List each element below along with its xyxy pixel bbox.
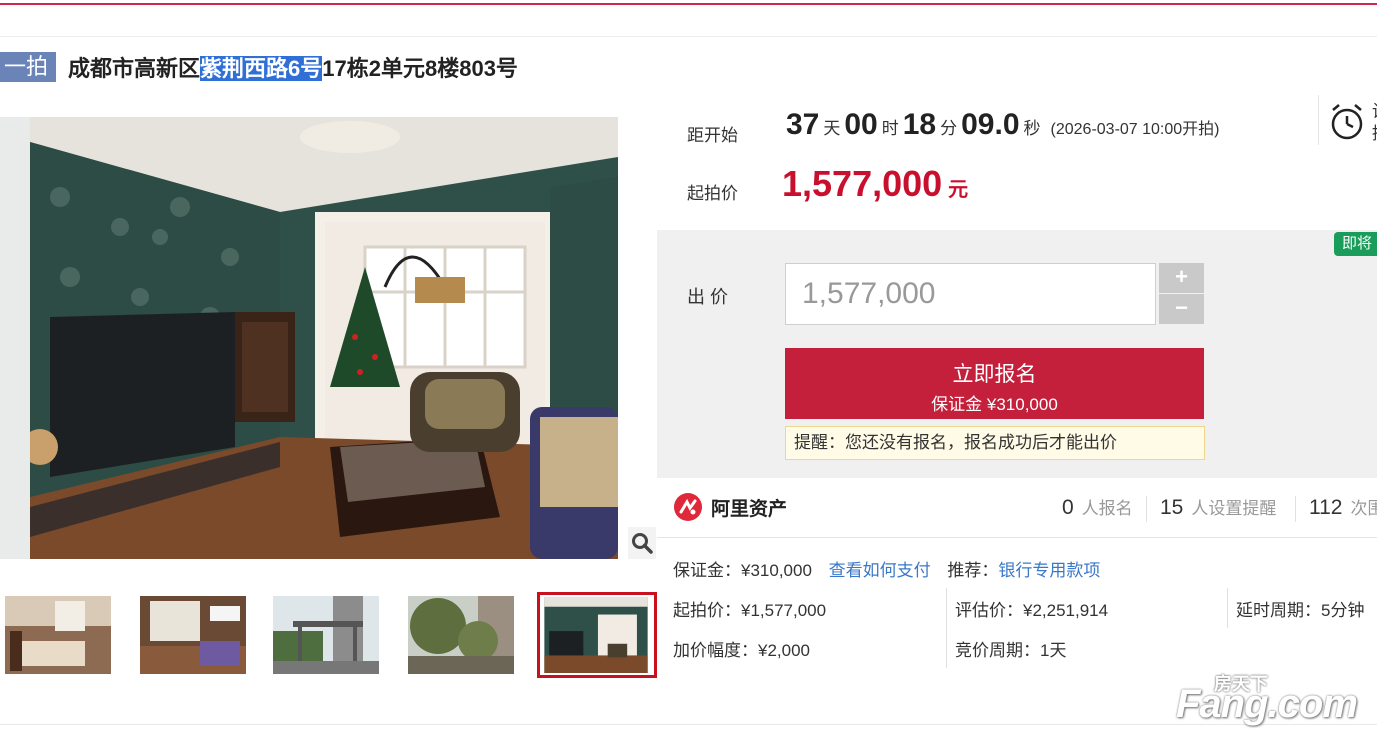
register-now-button[interactable]: 立即报名 保证金 ¥310,000 xyxy=(785,348,1204,419)
ali-assets-brand[interactable]: 阿里资产 xyxy=(673,492,787,522)
set-reminder-button[interactable]: 设 提 xyxy=(1318,95,1377,145)
auction-start-time: (2026-03-07 10:00开拍) xyxy=(1050,121,1220,138)
stat-views-unit: 次围观 xyxy=(1350,499,1377,518)
countdown-hours: 00 xyxy=(844,108,878,141)
thumbnail-strip xyxy=(0,592,660,678)
thumbnail-4[interactable] xyxy=(408,596,514,674)
title-selected-text: 紫荆西路6号 xyxy=(200,56,323,81)
info-column-divider xyxy=(946,588,947,668)
title-prefix: 成都市高新区 xyxy=(68,56,201,81)
register-button-deposit: 保证金 ¥310,000 xyxy=(931,395,1058,414)
register-button-label: 立即报名 xyxy=(952,363,1037,386)
info-column-divider xyxy=(1227,588,1228,628)
bank-account-link[interactable]: 银行专用款项 xyxy=(998,561,1100,580)
stat-registrations-unit: 人报名 xyxy=(1081,499,1133,518)
upcoming-tag: 即将 xyxy=(1334,232,1377,256)
thumbnail-2[interactable] xyxy=(140,596,246,674)
thumbnail-5-selected[interactable] xyxy=(537,592,657,678)
decrease-bid-button[interactable]: − xyxy=(1159,294,1204,324)
top-accent-bar xyxy=(0,0,1377,5)
stat-reminders-unit: 人设置提醒 xyxy=(1191,499,1277,518)
countdown-label: 距开始 xyxy=(687,126,738,145)
fang-watermark: 房天下 Fang.com xyxy=(1176,668,1366,734)
zoom-button[interactable] xyxy=(628,527,656,559)
stat-reminders: 15 人设置提醒 xyxy=(1160,494,1276,520)
countdown-seconds: 09.0 xyxy=(961,108,1020,141)
title-suffix: 17栋2单元8楼803号 xyxy=(322,56,518,81)
stat-views-count: 112 xyxy=(1309,496,1343,519)
countdown: 37 天 00 时 18 分 09.0 秒 (2026-03-07 10:00开… xyxy=(786,108,1220,142)
stat-divider xyxy=(1146,496,1147,522)
countdown-days-unit: 天 xyxy=(823,119,841,138)
bid-label: 出 价 xyxy=(687,287,729,307)
bid-increment-info: 加价幅度：¥2,000 xyxy=(673,641,810,660)
magnifier-icon xyxy=(632,533,653,554)
gallery-left-edge xyxy=(0,117,30,559)
title-row: 一拍 成都市高新区紫荆西路6号17栋2单元8楼803号 xyxy=(0,50,518,84)
bottom-divider xyxy=(0,724,1377,725)
starting-price: 1,577,000 元 xyxy=(782,163,968,205)
appraisal-info: 评估价：¥2,251,914 xyxy=(955,601,1109,620)
stat-registrations: 0 人报名 xyxy=(1062,494,1133,520)
deposit-info: 保证金：¥310,000 xyxy=(673,561,812,580)
thumbnail-3[interactable] xyxy=(273,596,379,674)
how-to-pay-link[interactable]: 查看如何支付 xyxy=(829,561,931,580)
stat-registrations-count: 0 xyxy=(1062,496,1074,519)
start-price-info: 起拍价：¥1,577,000 xyxy=(673,601,827,620)
starting-price-label: 起拍价 xyxy=(687,184,738,203)
countdown-seconds-unit: 秒 xyxy=(1023,119,1041,138)
extension-period-info: 延时周期：5分钟 xyxy=(1236,601,1365,620)
stat-views: 112 次围观 xyxy=(1309,494,1377,520)
ali-assets-name: 阿里资产 xyxy=(711,498,788,520)
alarm-clock-icon xyxy=(1331,104,1363,140)
reminder-label-2: 提 xyxy=(1372,119,1377,144)
thumbnail-1[interactable] xyxy=(5,596,111,674)
deposit-info-row: 保证金：¥310,000 查看如何支付 推荐：银行专用款项 xyxy=(673,556,1100,581)
recommend-label: 推荐： xyxy=(947,561,999,580)
page-title: 成都市高新区紫荆西路6号17栋2单元8楼803号 xyxy=(68,51,518,83)
bidding-cycle-info: 竞价周期：1天 xyxy=(955,641,1067,660)
countdown-minutes: 18 xyxy=(902,108,937,141)
countdown-days: 37 xyxy=(786,108,820,141)
stat-divider xyxy=(1295,496,1296,522)
auction-round-badge: 一拍 xyxy=(0,52,57,82)
countdown-hours-unit: 时 xyxy=(881,119,899,138)
watermark-en: Fang.com xyxy=(1176,682,1358,726)
main-property-photo[interactable] xyxy=(30,117,618,559)
stat-reminders-count: 15 xyxy=(1160,496,1184,519)
ali-assets-logo-icon xyxy=(674,493,702,521)
starting-price-value: 1,577,000 xyxy=(782,163,943,204)
registration-tip: 提醒：您还没有报名，报名成功后才能出价 xyxy=(785,426,1205,460)
increase-bid-button[interactable]: + xyxy=(1159,263,1204,293)
top-divider xyxy=(0,36,1377,37)
starting-price-unit: 元 xyxy=(948,179,969,201)
bid-amount-input[interactable]: 1,577,000 xyxy=(785,263,1156,325)
countdown-minutes-unit: 分 xyxy=(940,119,958,138)
